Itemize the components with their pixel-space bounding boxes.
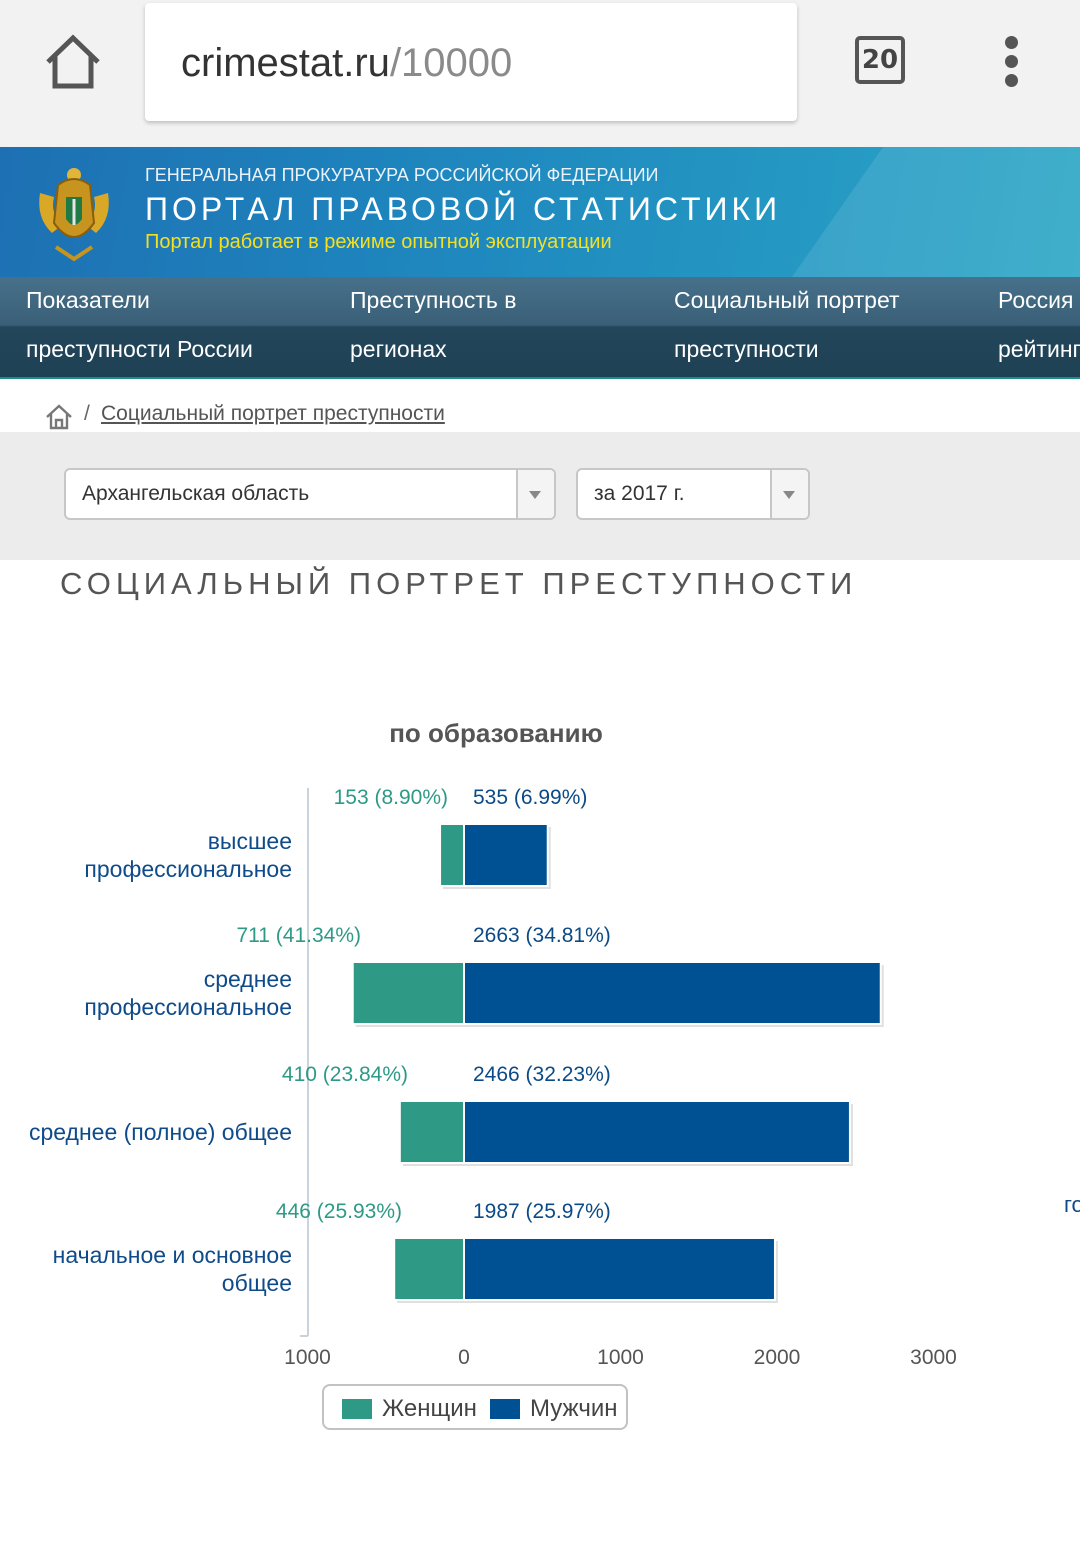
bar-men[interactable] — [463, 823, 549, 887]
section-title: СОЦИАЛЬНЫЙ ПОРТРЕТ ПРЕСТУПНОСТИ — [60, 566, 858, 601]
data-label-men: 2663 (34.81%) — [473, 924, 611, 947]
category-label: начальное и основное общее — [53, 1242, 292, 1296]
x-tick-label: 2000 — [754, 1346, 801, 1369]
site-header: ГЕНЕРАЛЬНАЯ ПРОКУРАТУРА РОССИЙСКОЙ ФЕДЕР… — [0, 147, 1080, 277]
bar-men[interactable] — [463, 1237, 776, 1301]
url-text[interactable]: crimestat.ru/10000 — [181, 40, 512, 86]
data-label-women: 410 (23.84%) — [282, 1063, 408, 1086]
legend-swatch-men[interactable] — [490, 1399, 520, 1419]
category-label: среднее профессиональное — [84, 966, 292, 1020]
legend-label-men[interactable]: Мужчин — [530, 1395, 617, 1423]
filters-panel: Архангельская область за 2017 г. — [0, 432, 1080, 560]
bar-women[interactable] — [398, 1100, 465, 1164]
partial-text: го — [1064, 1192, 1080, 1217]
x-tick-label: 1000 — [284, 1346, 331, 1369]
portal-title[interactable]: ПОРТАЛ ПРАВОВОЙ СТАТИСТИКИ — [145, 191, 781, 228]
data-label-men: 535 (6.99%) — [473, 786, 587, 809]
portal-notice: Портал работает в режиме опытной эксплуа… — [145, 231, 612, 253]
bar-women[interactable] — [351, 961, 465, 1025]
data-label-men: 2466 (32.23%) — [473, 1063, 611, 1086]
x-tick-label: 0 — [458, 1346, 470, 1369]
emblem-icon[interactable] — [30, 163, 118, 263]
region-select[interactable]: Архангельская область — [64, 468, 556, 520]
browser-toolbar: crimestat.ru/10000 20 — [0, 0, 1080, 147]
address-bar[interactable]: crimestat.ru/10000 — [145, 3, 797, 121]
legend-swatch-women[interactable] — [342, 1399, 372, 1419]
chart-legend: Женщин Мужчин — [322, 1384, 628, 1430]
bar-women[interactable] — [393, 1237, 465, 1301]
more-vert-icon[interactable] — [996, 36, 1026, 90]
breadcrumb-current-link[interactable]: Социальный портрет преступности — [101, 402, 445, 426]
category-label: среднее (полное) общее — [29, 1119, 292, 1145]
home-icon[interactable] — [40, 30, 106, 96]
year-select[interactable]: за 2017 г. — [576, 468, 810, 520]
data-label-women: 711 (41.34%) — [236, 924, 361, 947]
education-chart: 153 (8.90%) 535 (6.99%) высшее профессионал… — [29, 786, 957, 1369]
bar-men[interactable] — [463, 1100, 851, 1164]
data-label-men: 1987 (25.97%) — [473, 1200, 611, 1223]
category-label: высшее профессиональное — [84, 828, 292, 882]
legend-label-women[interactable]: Женщин — [382, 1395, 477, 1423]
chart-title: по образованию — [389, 718, 603, 748]
chevron-down-icon[interactable] — [770, 470, 808, 518]
bar-men[interactable] — [463, 961, 882, 1025]
data-label-women: 446 (25.93%) — [276, 1200, 402, 1223]
main-nav: Показатели преступности России Преступно… — [0, 277, 1080, 379]
data-label-women: 153 (8.90%) — [334, 786, 448, 809]
chevron-down-icon[interactable] — [516, 470, 554, 518]
breadcrumb-home-icon[interactable] — [44, 403, 74, 431]
bar-women[interactable] — [439, 823, 466, 887]
tabs-icon[interactable]: 20 — [855, 36, 905, 84]
x-tick-label: 3000 — [910, 1346, 957, 1369]
org-name: ГЕНЕРАЛЬНАЯ ПРОКУРАТУРА РОССИЙСКОЙ ФЕДЕР… — [145, 165, 659, 185]
x-tick-label: 1000 — [597, 1346, 644, 1369]
